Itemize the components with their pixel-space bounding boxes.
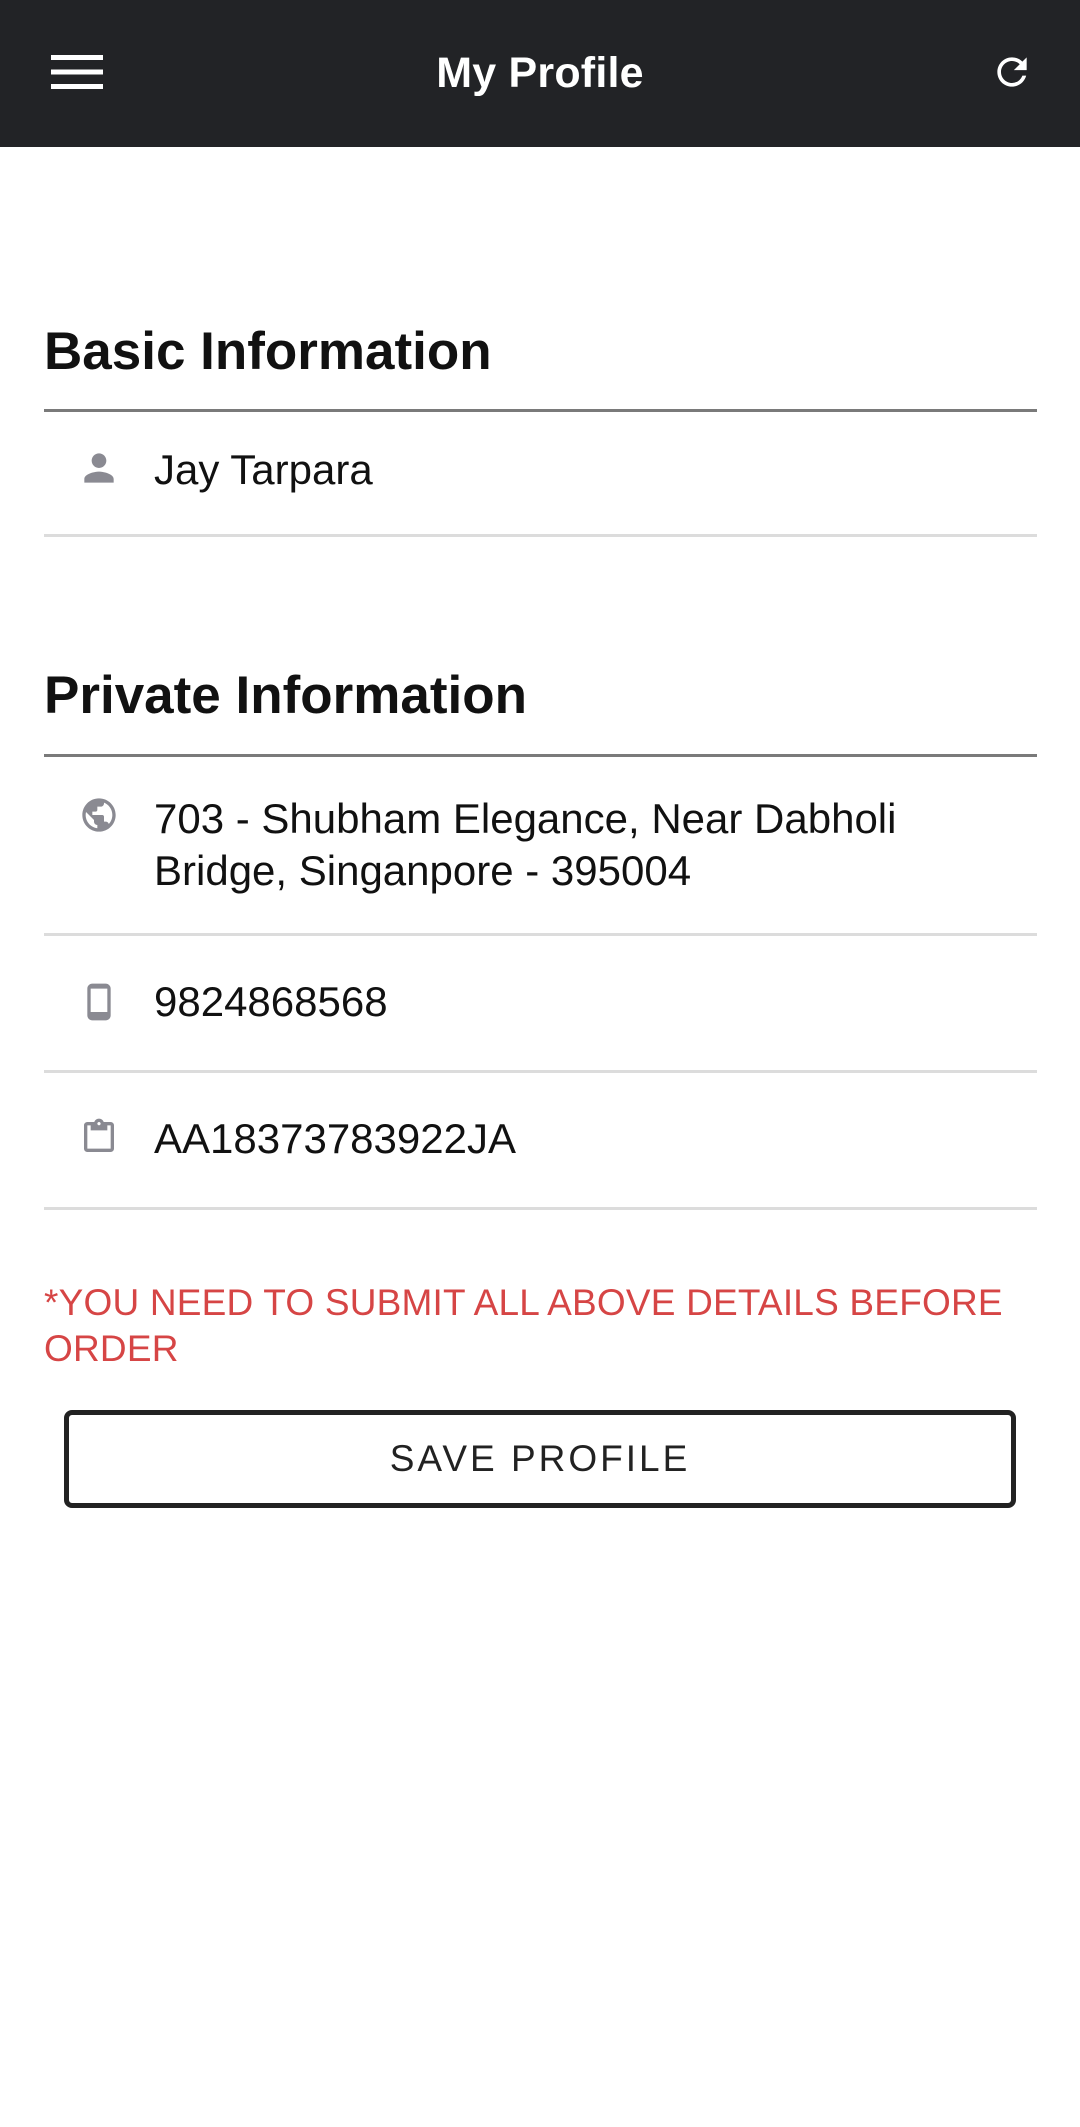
profile-content: Basic Information Jay Tarpara Private In…	[44, 147, 1037, 1508]
person-icon	[44, 444, 154, 490]
refresh-button[interactable]	[982, 44, 1042, 100]
page-title: My Profile	[436, 49, 644, 97]
id-number-value: AA18373783922JA	[154, 1114, 516, 1162]
globe-icon	[44, 793, 154, 835]
hamburger-menu-icon	[51, 55, 103, 89]
phone-value: 9824868568	[154, 977, 388, 1025]
address-value: 703 - Shubham Elegance, Near Dabholi Bri…	[154, 794, 897, 894]
clipboard-icon	[44, 1113, 154, 1157]
submit-details-warning: *YOU NEED TO SUBMIT ALL ABOVE DETAILS BE…	[44, 1281, 1003, 1369]
name-value: Jay Tarpara	[154, 446, 373, 494]
phone-row[interactable]: 9824868568	[44, 936, 1037, 1073]
menu-button[interactable]	[44, 44, 110, 100]
id-number-row[interactable]: AA18373783922JA	[44, 1073, 1037, 1210]
address-row[interactable]: 703 - Shubham Elegance, Near Dabholi Bri…	[44, 757, 1037, 936]
name-row[interactable]: Jay Tarpara	[44, 412, 1037, 538]
refresh-icon	[997, 57, 1027, 87]
app-bar: My Profile	[0, 0, 1080, 147]
mobile-phone-icon	[44, 976, 154, 1022]
save-profile-button[interactable]: SAVE PROFILE	[64, 1409, 1016, 1508]
basic-information-heading: Basic Information	[44, 322, 1037, 413]
private-information-heading: Private Information	[44, 667, 1037, 757]
